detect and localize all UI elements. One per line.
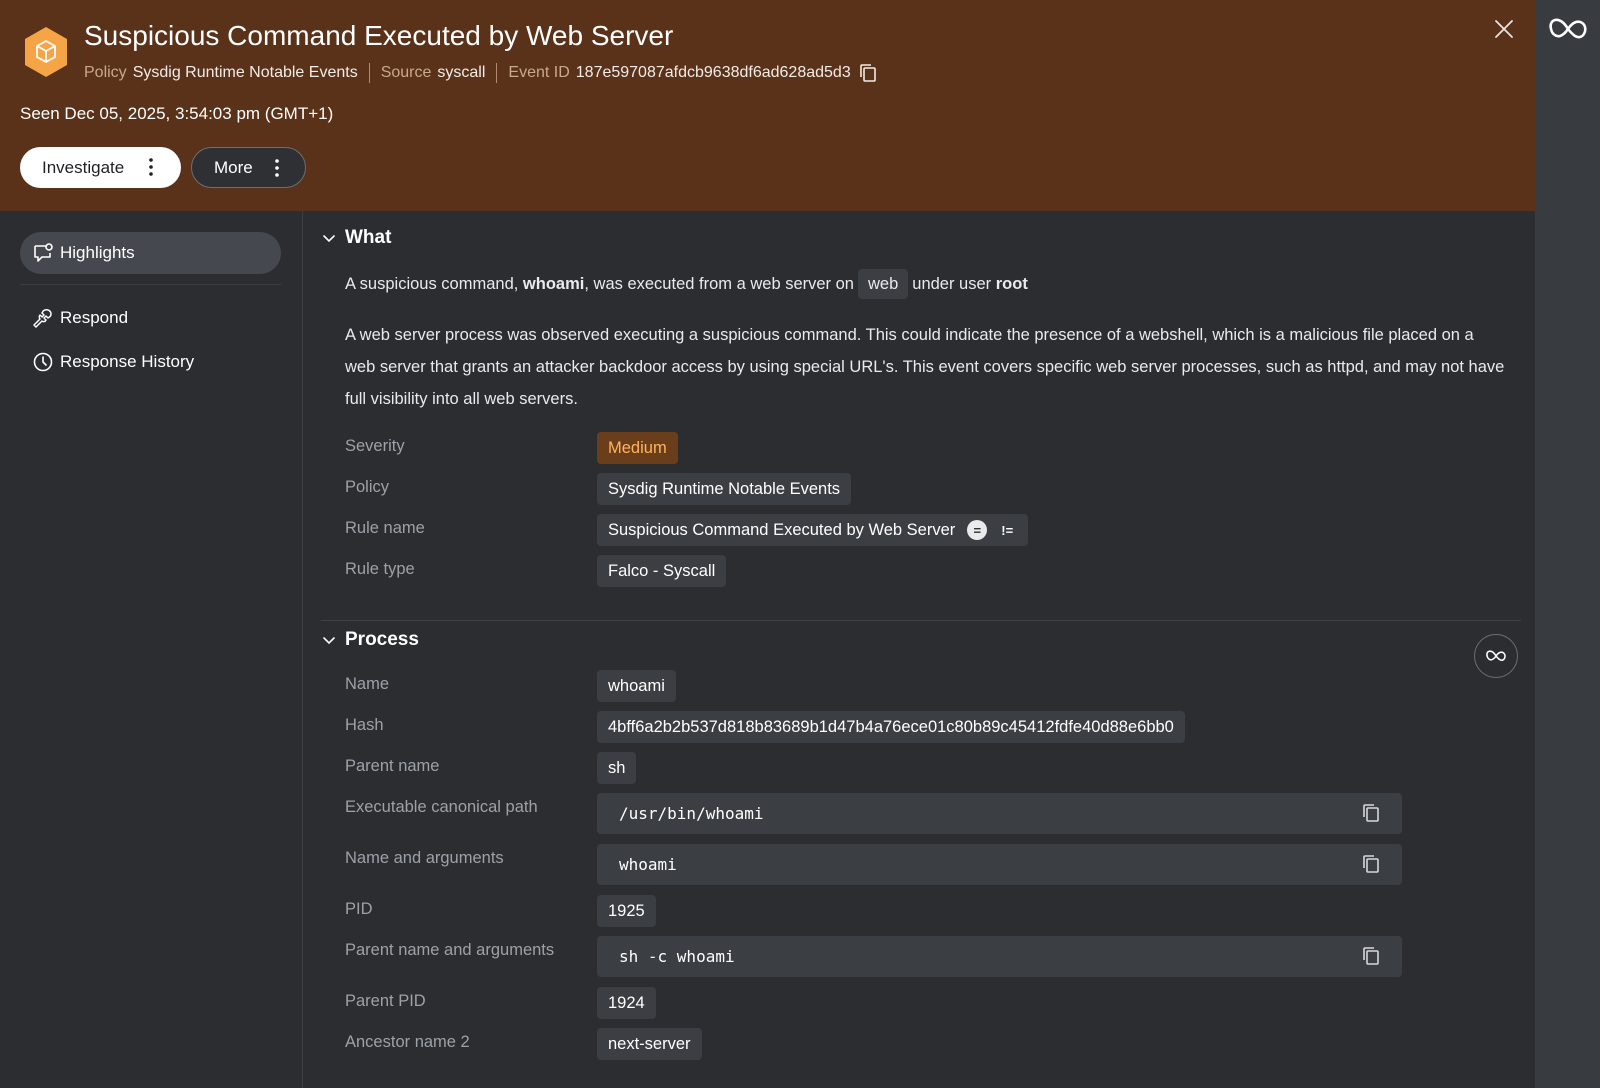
clock-icon	[33, 352, 53, 372]
sidebar-item-label: Respond	[60, 308, 129, 327]
source-value: syscall	[437, 64, 486, 81]
chevron-down-icon	[323, 637, 335, 645]
exe-path-label: Executable canonical path	[345, 798, 538, 816]
kebab-menu-icon	[149, 158, 153, 176]
parent-name-args-label: Parent name and arguments	[345, 941, 555, 959]
what-section-toggle[interactable]: What	[321, 227, 391, 249]
sidebar-item-respond[interactable]: Respond	[20, 297, 281, 339]
more-label: More	[214, 157, 253, 177]
parent-name-args-value: sh -c whoami	[619, 947, 735, 966]
parent-pid-label: Parent PID	[345, 992, 426, 1010]
copy-icon[interactable]	[1360, 853, 1382, 875]
hash-value: 4bff6a2b2b537d818b83689b1d47b4a76ece01c8…	[597, 711, 1185, 743]
summary-text: A suspicious command,	[345, 275, 523, 293]
exe-path-value: /usr/bin/whoami	[619, 804, 764, 823]
process-section-toggle[interactable]: Process	[321, 629, 419, 651]
seen-timestamp: Seen Dec 05, 2025, 3:54:03 pm (GMT+1)	[20, 104, 334, 123]
filter-not-equals-button[interactable]: !=	[1001, 523, 1013, 538]
rule-name-value: Suspicious Command Executed by Web Serve…	[597, 514, 1029, 546]
parent-name-args-box: sh -c whoami	[597, 936, 1402, 977]
meta-divider	[496, 63, 498, 83]
sidebar-divider	[20, 284, 281, 285]
name-args-label: Name and arguments	[345, 849, 504, 867]
name-args-box: whoami	[597, 844, 1402, 885]
event-id-value: 187e597087afdcb9638df6ad628ad5d3	[575, 64, 851, 81]
package-cube-icon	[25, 27, 67, 77]
pid-value: 1925	[597, 895, 656, 927]
copy-icon[interactable]	[1360, 945, 1382, 967]
ai-assistant-icon	[1486, 650, 1506, 662]
investigate-label: Investigate	[42, 157, 125, 177]
sidebar: Highlights Respond Response History	[0, 211, 303, 1088]
summary-text: under user	[912, 275, 996, 293]
summary-text: , was executed from a web server on	[584, 275, 854, 293]
severity-badge: Medium	[597, 432, 678, 464]
sidebar-item-label: Highlights	[60, 243, 135, 262]
parent-pid-value: 1924	[597, 987, 656, 1019]
name-args-value: whoami	[619, 855, 677, 874]
meta-divider	[368, 63, 370, 83]
event-meta: Policy Sysdig Runtime Notable Events Sou…	[84, 62, 879, 84]
what-section-title: What	[345, 227, 392, 248]
pid-label: PID	[345, 900, 373, 918]
process-ai-button[interactable]	[1474, 634, 1518, 678]
policy-label: Policy	[84, 64, 127, 81]
section-divider	[321, 620, 1521, 621]
chat-bubble-icon	[34, 243, 53, 262]
ai-assistant-icon[interactable]	[1547, 14, 1589, 44]
what-description: A web server process was observed execut…	[345, 326, 1505, 408]
kebab-menu-icon	[275, 159, 279, 177]
rule-name-text: Suspicious Command Executed by Web Serve…	[608, 520, 956, 539]
rule-type-label: Rule type	[345, 560, 415, 578]
policy-value: Sysdig Runtime Notable Events	[132, 64, 358, 81]
event-header: Suspicious Command Executed by Web Serve…	[0, 0, 1535, 211]
policy-field-value: Sysdig Runtime Notable Events	[597, 473, 852, 505]
user-name: root	[995, 275, 1028, 293]
investigate-button[interactable]: Investigate	[20, 147, 181, 188]
exe-path-box: /usr/bin/whoami	[597, 793, 1402, 834]
chevron-down-icon	[323, 235, 335, 243]
event-title: Suspicious Command Executed by Web Serve…	[84, 20, 674, 51]
hash-label: Hash	[345, 716, 384, 734]
close-icon[interactable]	[1492, 17, 1516, 41]
filter-equals-button[interactable]: =	[967, 520, 988, 540]
sidebar-item-highlights[interactable]: Highlights	[20, 232, 281, 274]
more-button[interactable]: More	[191, 147, 306, 188]
rule-type-value: Falco - Syscall	[597, 555, 727, 587]
event-id-label: Event ID	[508, 64, 570, 81]
sidebar-item-response-history[interactable]: Response History	[20, 341, 281, 383]
right-rail	[1535, 0, 1600, 1088]
command-name: whoami	[522, 275, 585, 293]
ancestor-name-2-value: next-server	[597, 1028, 702, 1060]
copy-icon[interactable]	[857, 62, 879, 84]
rule-name-label: Rule name	[345, 519, 425, 537]
what-summary: A suspicious command, whoami, was execut…	[345, 268, 1505, 300]
wrench-icon	[33, 309, 52, 328]
process-section-title: Process	[345, 629, 419, 650]
process-name-label: Name	[345, 675, 390, 693]
parent-name-value: sh	[597, 752, 637, 784]
host-tag: web	[857, 269, 909, 299]
copy-icon[interactable]	[1360, 802, 1382, 824]
main-content: What A suspicious command, whoami, was e…	[304, 211, 1535, 1088]
policy-field-label: Policy	[345, 478, 390, 496]
process-name-value: whoami	[597, 670, 676, 702]
severity-label: Severity	[345, 437, 405, 455]
sidebar-item-label: Response History	[60, 352, 195, 371]
parent-name-label: Parent name	[345, 757, 440, 775]
source-label: Source	[380, 64, 432, 81]
ancestor-name-2-label: Ancestor name 2	[345, 1033, 470, 1051]
